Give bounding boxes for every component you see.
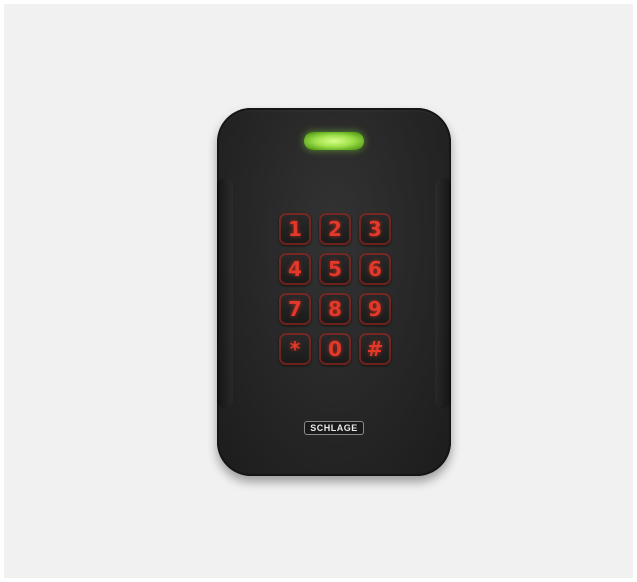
key-5[interactable]: 5: [319, 253, 351, 285]
key-1[interactable]: 1: [279, 213, 311, 245]
key-9[interactable]: 9: [359, 293, 391, 325]
key-star[interactable]: *: [279, 333, 311, 365]
keypad-card-reader: 1 2 3 4 5 6 7 8 9 * 0 # SCHLAGE: [217, 108, 451, 476]
image-background: 1 2 3 4 5 6 7 8 9 * 0 # SCHLAGE: [4, 4, 633, 578]
key-4[interactable]: 4: [279, 253, 311, 285]
reader-right-edge: [435, 178, 451, 408]
brand-logo: SCHLAGE: [304, 421, 364, 435]
key-6[interactable]: 6: [359, 253, 391, 285]
key-2[interactable]: 2: [319, 213, 351, 245]
keypad: 1 2 3 4 5 6 7 8 9 * 0 #: [279, 213, 395, 365]
status-led-indicator: [304, 132, 364, 150]
key-0[interactable]: 0: [319, 333, 351, 365]
key-8[interactable]: 8: [319, 293, 351, 325]
reader-left-edge: [217, 178, 233, 408]
key-7[interactable]: 7: [279, 293, 311, 325]
key-hash[interactable]: #: [359, 333, 391, 365]
key-3[interactable]: 3: [359, 213, 391, 245]
